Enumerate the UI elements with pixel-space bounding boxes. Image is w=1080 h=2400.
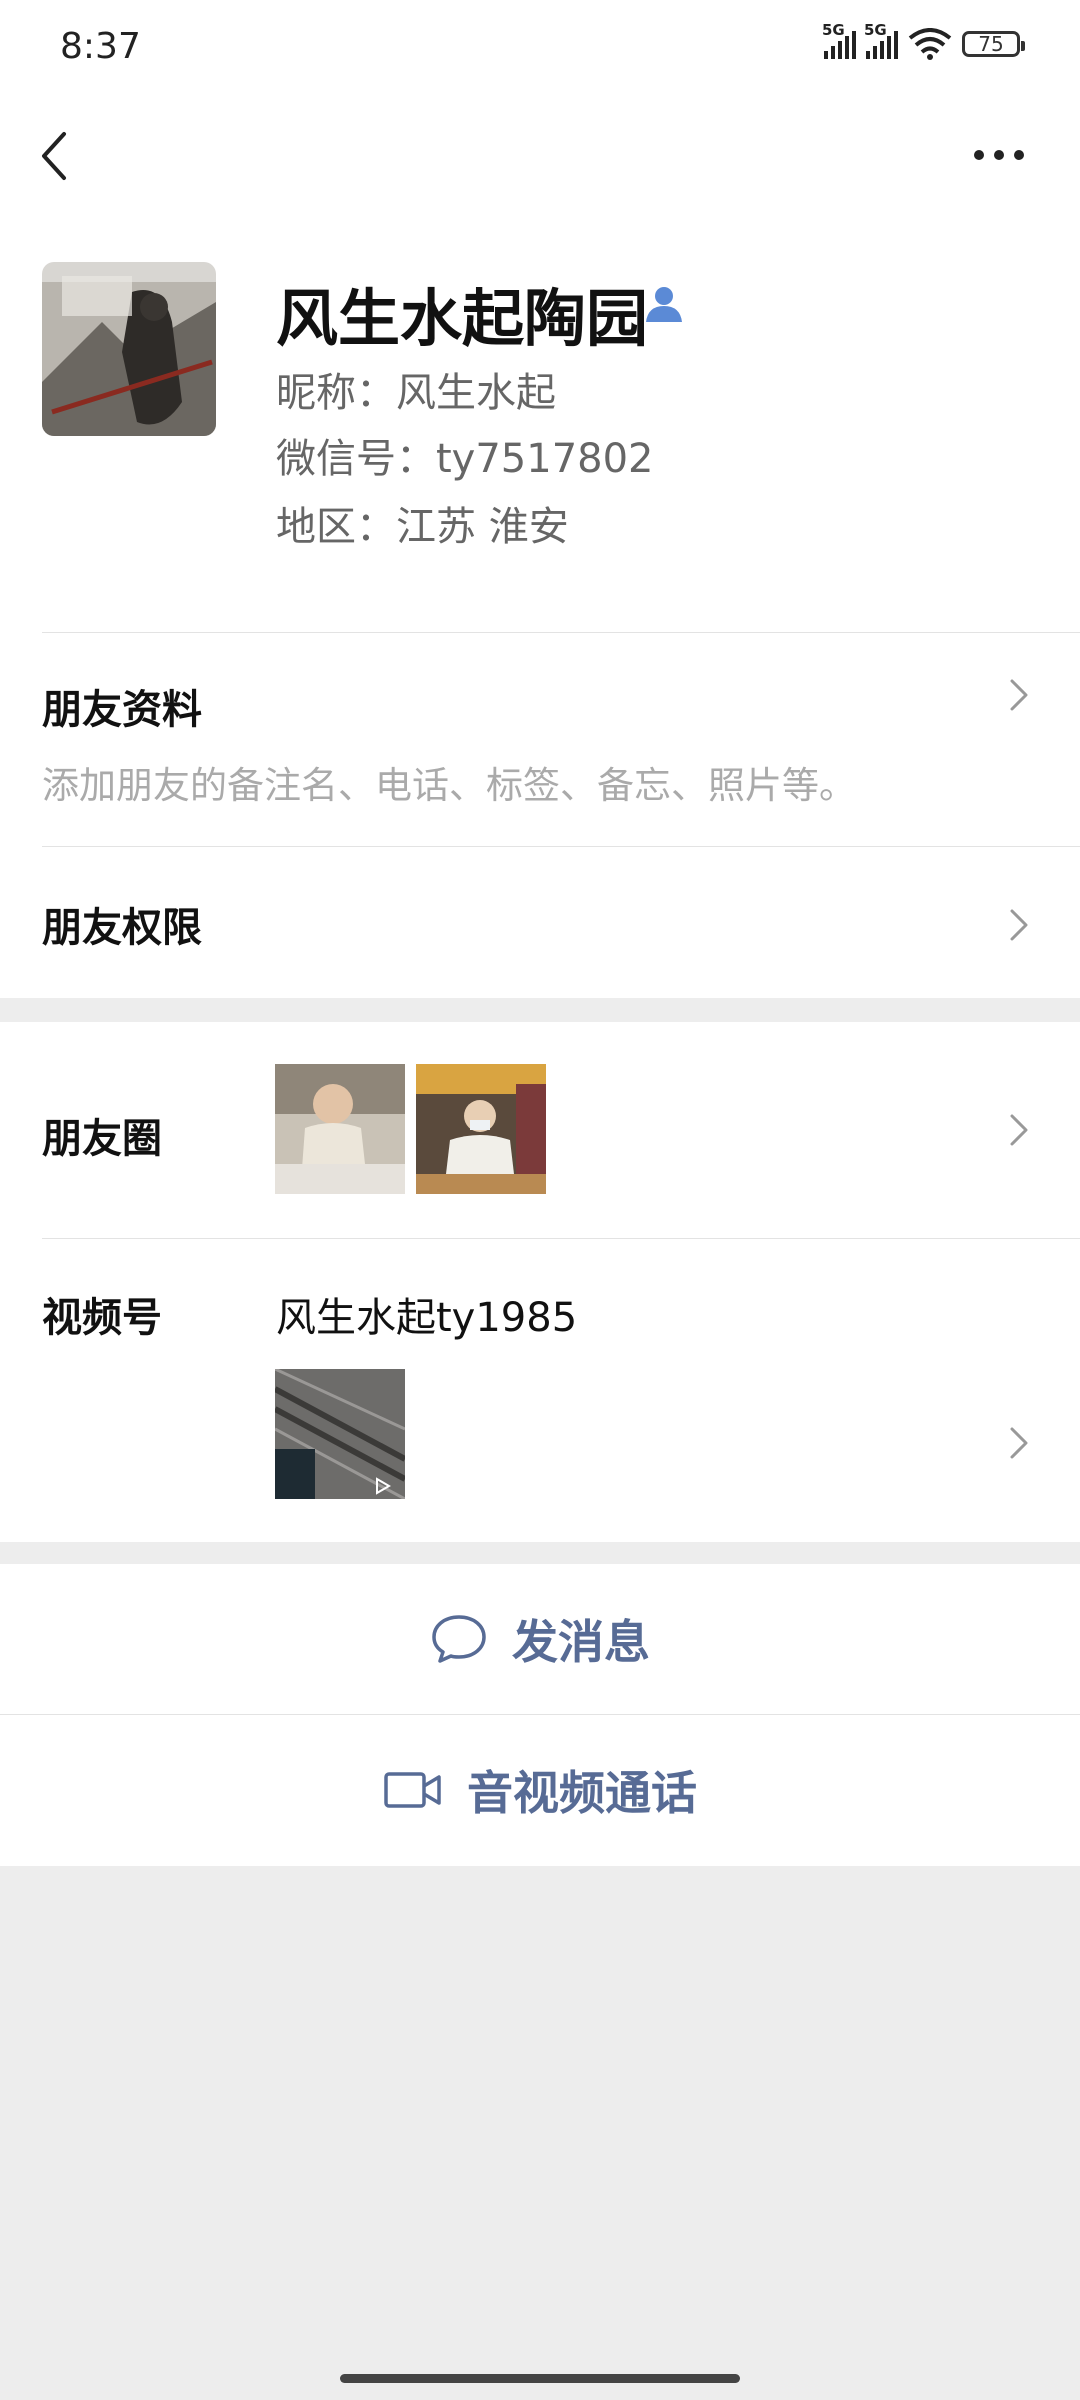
- send-message-button[interactable]: 发消息: [0, 1564, 1080, 1714]
- chat-bubble-icon: [432, 1615, 486, 1663]
- moments-label: 朋友圈: [42, 1116, 162, 1162]
- voice-video-call-button[interactable]: 音视频通话: [0, 1715, 1080, 1865]
- friend-info-subtitle: 添加朋友的备注名、电话、标签、备忘、照片等。: [42, 764, 856, 807]
- status-icons: 5G 5G 75: [822, 21, 1025, 60]
- nickname: 昵称：风生水起: [276, 370, 556, 416]
- chevron-right-icon: [1010, 909, 1028, 941]
- friend-info-row[interactable]: 朋友资料 添加朋友的备注名、电话、标签、备忘、照片等。: [0, 633, 1080, 845]
- profile-name: 风生水起陶园: [276, 282, 649, 355]
- friend-permission-row[interactable]: 朋友权限: [0, 847, 1080, 997]
- section-gap: [0, 1542, 1080, 1564]
- home-indicator[interactable]: [340, 2374, 740, 2383]
- chevron-right-icon: [1010, 1114, 1028, 1146]
- chevron-right-icon: [1010, 679, 1028, 711]
- moments-photo[interactable]: [275, 1064, 405, 1194]
- voice-video-call-label: 音视频通话: [467, 1766, 697, 1820]
- network-type: 5G: [864, 21, 887, 39]
- send-message-label: 发消息: [512, 1615, 650, 1669]
- person-icon: [646, 287, 682, 322]
- channels-video-thumb[interactable]: [275, 1369, 405, 1499]
- channels-name: 风生水起ty1985: [276, 1295, 578, 1341]
- moments-row[interactable]: 朋友圈: [0, 1022, 1080, 1237]
- back-arrow-icon[interactable]: [36, 126, 76, 186]
- moments-photo[interactable]: [416, 1064, 546, 1194]
- chevron-right-icon: [1010, 1427, 1028, 1459]
- friend-permission-label: 朋友权限: [42, 905, 202, 951]
- status-time: 8:37: [60, 26, 141, 67]
- friend-info-label: 朋友资料: [42, 687, 202, 733]
- video-camera-icon: [384, 1772, 441, 1808]
- avatar[interactable]: [42, 262, 216, 436]
- wifi-icon: [908, 28, 952, 60]
- section-gap: [0, 998, 1080, 1022]
- channels-label: 视频号: [42, 1295, 162, 1341]
- battery-icon: 75: [962, 31, 1025, 57]
- signal-icon: 5G: [822, 21, 856, 59]
- more-icon[interactable]: [974, 140, 1034, 170]
- channels-row[interactable]: 视频号 风生水起ty1985: [0, 1239, 1080, 1541]
- region: 地区：江苏 淮安: [276, 504, 569, 550]
- wechat-id: 微信号：ty7517802: [276, 436, 654, 482]
- signal-icon: 5G: [864, 21, 898, 59]
- network-type: 5G: [822, 21, 845, 39]
